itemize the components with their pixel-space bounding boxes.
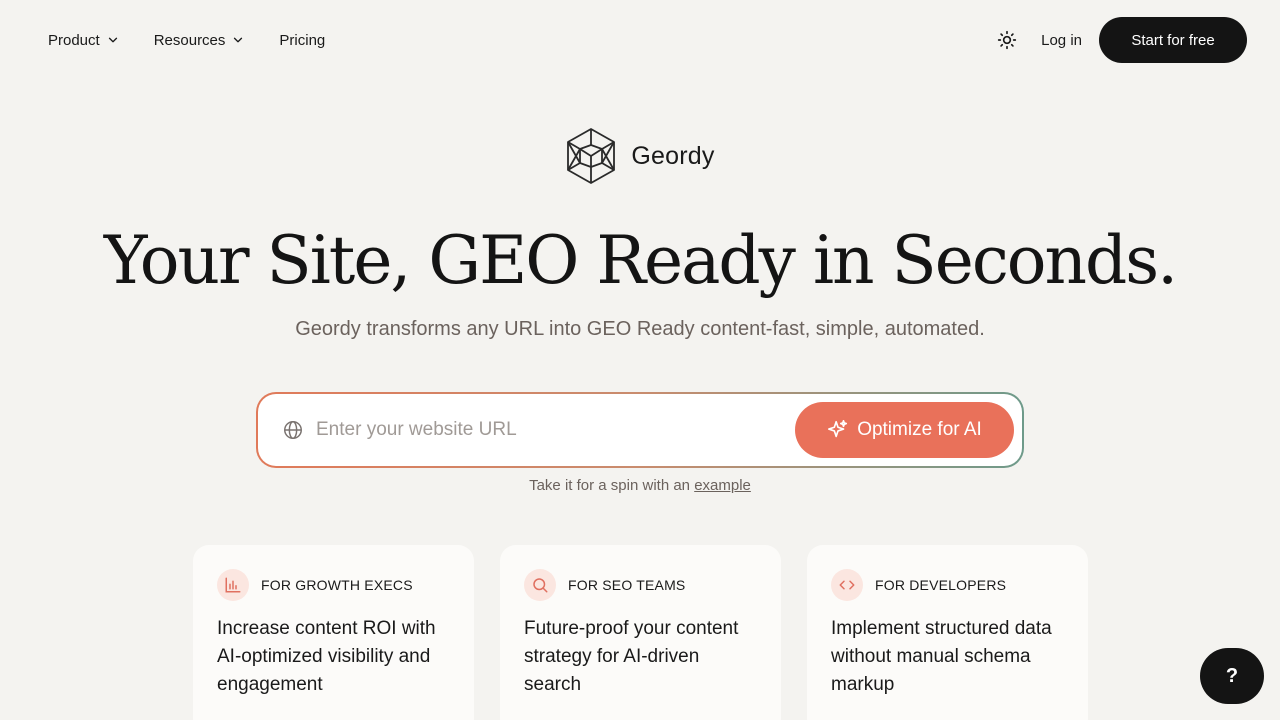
url-form: Optimize for AI (256, 392, 1024, 468)
chevron-down-icon (234, 37, 243, 43)
brand-name: Geordy (631, 141, 715, 170)
search-icon (533, 578, 548, 593)
nav-links: Product Resources Pricing (48, 32, 325, 49)
card-icon-wrap (524, 569, 556, 601)
sparkle-icon (828, 420, 848, 438)
example-link[interactable]: example (694, 477, 751, 494)
nav-item-resources-label: Resources (153, 31, 226, 49)
geordy-logo-icon (567, 128, 616, 184)
card-text: Implement structured data without manual… (831, 618, 1052, 695)
help-button[interactable]: ? (1200, 648, 1264, 704)
url-form-inner: Optimize for AI (258, 394, 1022, 466)
hero-title: Your Site, GEO Ready in Seconds. (103, 222, 1178, 299)
card-head: FOR SEO TEAMS (524, 569, 757, 601)
card-label: FOR DEVELOPERS (875, 577, 1007, 593)
nav-item-product[interactable]: Product (48, 32, 120, 49)
card-text: Increase content ROI with AI-optimized v… (217, 618, 436, 695)
card-head: FOR DEVELOPERS (831, 569, 1064, 601)
theme-toggle-button[interactable] (989, 22, 1025, 58)
card-label: FOR SEO TEAMS (568, 577, 686, 593)
optimize-for-ai-button[interactable]: Optimize for AI (795, 402, 1014, 458)
code-icon (839, 580, 855, 590)
card-icon-wrap (831, 569, 863, 601)
nav-actions: Log in Start for free (989, 17, 1247, 63)
hero-subtitle: Geordy transforms any URL into GEO Ready… (295, 318, 985, 340)
nav-item-pricing[interactable]: Pricing (279, 32, 325, 49)
nav-item-pricing-label: Pricing (279, 31, 326, 49)
website-url-input[interactable] (316, 419, 795, 441)
spin-prefix: Take it for a spin with an (529, 477, 691, 494)
globe-icon (284, 421, 302, 439)
login-link[interactable]: Log in (1041, 32, 1082, 49)
spin-hint: Take it for a spin with an example (0, 477, 1280, 494)
top-nav: Product Resources Pricing Log in Start f… (0, 0, 1280, 80)
bar-chart-icon (225, 577, 241, 593)
card-developers: FOR DEVELOPERS Implement structured data… (807, 545, 1088, 720)
card-icon-wrap (217, 569, 249, 601)
start-for-free-button[interactable]: Start for free (1099, 17, 1247, 63)
nav-item-product-label: Product (48, 31, 100, 49)
optimize-for-ai-label: Optimize for AI (857, 419, 982, 440)
card-growth-execs: FOR GROWTH EXECS Increase content ROI wi… (193, 545, 474, 720)
audience-cards: FOR GROWTH EXECS Increase content ROI wi… (193, 545, 1088, 720)
card-text: Future-proof your content strategy for A… (524, 618, 739, 695)
card-seo-teams: FOR SEO TEAMS Future-proof your content … (500, 545, 781, 720)
card-head: FOR GROWTH EXECS (217, 569, 450, 601)
brand: Geordy (0, 127, 1280, 185)
sun-icon (997, 30, 1017, 50)
card-label: FOR GROWTH EXECS (261, 577, 413, 593)
chevron-down-icon (108, 37, 117, 43)
nav-item-resources[interactable]: Resources (154, 32, 246, 49)
